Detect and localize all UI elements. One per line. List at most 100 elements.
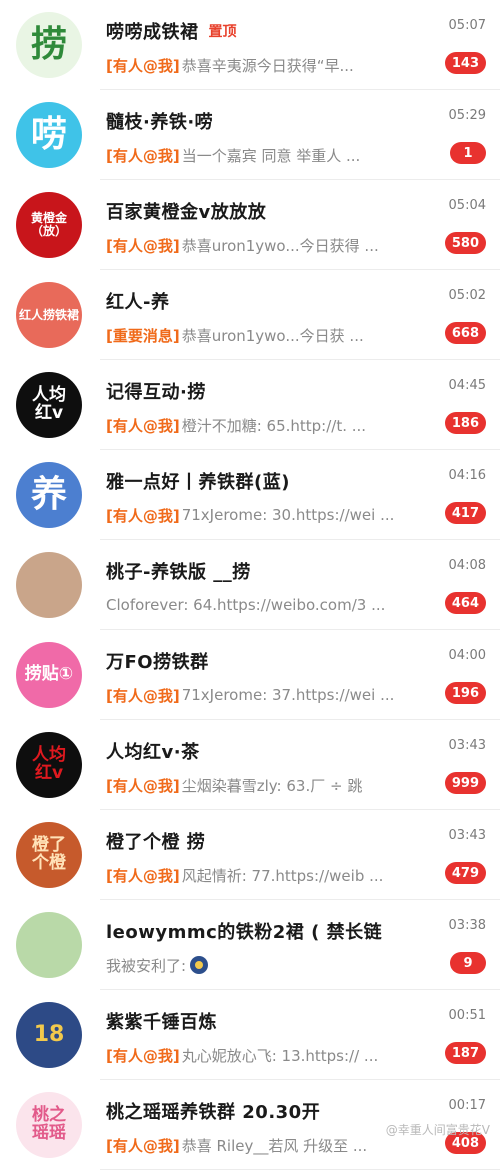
chat-title: leowymmc的铁粉2裙 ( 禁长链 ) (106, 922, 390, 943)
chat-title: 橙了个橙 捞 (106, 832, 206, 853)
chat-time: 04:16 (448, 468, 486, 483)
group-avatar[interactable]: 18 (16, 1002, 82, 1068)
group-avatar[interactable]: 捞 (16, 12, 82, 78)
chat-time: 04:45 (448, 378, 486, 393)
preview-line: [重要消息] 恭喜uron1ywo...今日获 ... (106, 322, 436, 348)
message-preview: 尘烟染暮雪zly: 63.厂 ÷ 跳 (181, 776, 363, 795)
mention-tag: [有人@我] (106, 416, 180, 435)
mention-tag: [有人@我] (106, 56, 180, 75)
mention-tag: [有人@我] (106, 776, 180, 795)
title-line: 唠唠成铁裙 置顶 (106, 16, 390, 46)
chat-time: 05:29 (448, 108, 486, 123)
chat-title: 人均红v·茶 (106, 742, 200, 763)
chat-row[interactable]: 18 紫紫千锤百炼 00:51 [有人@我] 丸心妮放心飞: 13.https:// .… (0, 990, 500, 1080)
chat-time: 05:07 (448, 18, 486, 33)
mention-tag: [有人@我] (106, 1136, 180, 1155)
unread-badge: 196 (444, 682, 486, 704)
chat-title: 唠唠成铁裙 (106, 22, 199, 43)
avatar-text: 橙了个橙 (32, 835, 66, 873)
chat-row[interactable]: 唠 髓枝·养铁·唠 05:29 [有人@我] 当一个嘉宾 同意 举重人 ... 1 (0, 90, 500, 180)
chat-row[interactable]: 红人捞铁裙 红人-养 05:02 [重要消息] 恭喜uron1ywo...今日获 ...… (0, 270, 500, 360)
mention-tag: [有人@我] (106, 506, 180, 525)
chat-title: 红人-养 (106, 292, 170, 313)
message-preview: 丸心妮放心飞: 13.https:// ... (181, 1046, 379, 1065)
title-line: 紫紫千锤百炼 (106, 1006, 390, 1036)
mention-tag: [有人@我] (106, 866, 180, 885)
title-line: 雅一点好丨养铁群(蓝) (106, 466, 390, 496)
chat-title: 百家黄橙金v放放放 (106, 202, 267, 223)
unread-badge: 668 (444, 322, 486, 344)
chat-row[interactable]: leowymmc的铁粉2裙 ( 禁长链 ) 03:38 我被安利了: 9 (0, 900, 500, 990)
mention-tag: [有人@我] (106, 236, 180, 255)
preview-line: [有人@我] 恭喜uron1ywo...今日获得 ... (106, 232, 436, 258)
chat-row[interactable]: 人均红v 人均红v·茶 03:43 [有人@我] 尘烟染暮雪zly: 63.厂 ÷ 跳 9… (0, 720, 500, 810)
title-line: leowymmc的铁粉2裙 ( 禁长链 ) (106, 916, 390, 946)
title-line: 桃子-养铁版 __捞 (106, 556, 390, 586)
title-line: 髓枝·养铁·唠 (106, 106, 390, 136)
mention-tag: [有人@我] (106, 1046, 180, 1065)
group-avatar[interactable]: 捞贴① (16, 642, 82, 708)
group-avatar[interactable]: 黄橙金（放） (16, 192, 82, 258)
chat-time: 03:43 (448, 738, 486, 753)
title-line: 桃之瑶瑶养铁群 20.30开 (106, 1096, 390, 1126)
title-line: 百家黄橙金v放放放 (106, 196, 390, 226)
chat-time: 04:08 (448, 558, 486, 573)
preview-line: [有人@我] 橙汁不加糖: 65.http://t. ... (106, 412, 436, 438)
chat-title: 万FO捞铁群 (106, 652, 209, 673)
group-avatar[interactable]: 唠 (16, 102, 82, 168)
message-preview: 71xJerome: 30.https://wei ... (181, 506, 395, 524)
title-line: 人均红v·茶 (106, 736, 390, 766)
chat-time: 00:51 (448, 1008, 486, 1023)
unread-badge: 464 (444, 592, 486, 614)
chat-row[interactable]: 人均红v 记得互动·捞 04:45 [有人@我] 橙汁不加糖: 65.http://t.… (0, 360, 500, 450)
unread-badge: 9 (450, 952, 486, 974)
preview-line: [有人@我] 71xJerome: 30.https://wei ... (106, 502, 436, 528)
title-line: 红人-养 (106, 286, 390, 316)
chat-row[interactable]: 桃子-养铁版 __捞 04:08 Cloforever: 64.https://we… (0, 540, 500, 630)
unread-badge: 417 (444, 502, 486, 524)
group-avatar[interactable]: 人均红v (16, 372, 82, 438)
group-avatar[interactable] (16, 552, 82, 618)
avatar-text: 人均红v (32, 745, 66, 783)
chat-row[interactable]: 黄橙金（放） 百家黄橙金v放放放 05:04 [有人@我] 恭喜uron1ywo...今… (0, 180, 500, 270)
group-avatar[interactable]: 橙了个橙 (16, 822, 82, 888)
group-avatar[interactable]: 养 (16, 462, 82, 528)
preview-line: [有人@我] 丸心妮放心飞: 13.https:// ... (106, 1042, 436, 1068)
group-avatar[interactable]: 桃之瑶瑶 (16, 1092, 82, 1158)
chat-row[interactable]: 养 雅一点好丨养铁群(蓝) 04:16 [有人@我] 71xJerome: 30.htt… (0, 450, 500, 540)
mention-tag: [有人@我] (106, 686, 180, 705)
preview-line: [有人@我] 当一个嘉宾 同意 举重人 ... (106, 142, 436, 168)
message-preview: 风起情祈: 77.https://weib ... (181, 866, 384, 885)
group-avatar[interactable]: 红人捞铁裙 (16, 282, 82, 348)
message-preview: 我被安利了: (106, 956, 187, 975)
chat-title: 雅一点好丨养铁群(蓝) (106, 472, 290, 493)
unread-badge: 1 (450, 142, 486, 164)
watermark: @幸重人间富贵花V (385, 1123, 490, 1137)
group-avatar[interactable] (16, 912, 82, 978)
chat-row[interactable]: 捞贴① 万FO捞铁群 04:00 [有人@我] 71xJerome: 37.https:… (0, 630, 500, 720)
chat-time: 03:38 (448, 918, 486, 933)
chat-row[interactable]: 橙了个橙 橙了个橙 捞 03:43 [有人@我] 风起情祈: 77.https://we… (0, 810, 500, 900)
preview-line: [有人@我] 风起情祈: 77.https://weib ... (106, 862, 436, 888)
unread-badge: 999 (444, 772, 486, 794)
group-avatar[interactable]: 人均红v (16, 732, 82, 798)
avatar-text: 养 (30, 474, 67, 516)
title-line: 记得互动·捞 (106, 376, 390, 406)
chat-title: 记得互动·捞 (106, 382, 206, 403)
chat-time: 05:04 (448, 198, 486, 213)
unread-badge: 479 (444, 862, 486, 884)
chat-time: 03:43 (448, 828, 486, 843)
unread-badge: 187 (444, 1042, 486, 1064)
preview-line: 我被安利了: (106, 952, 436, 978)
chat-title: 紫紫千锤百炼 (106, 1012, 217, 1033)
unread-badge: 143 (444, 52, 486, 74)
mention-tag: [重要消息] (106, 326, 180, 345)
message-preview: 当一个嘉宾 同意 举重人 ... (181, 146, 361, 165)
chat-row[interactable]: 捞 唠唠成铁裙 置顶 05:07 [有人@我] 恭喜辛夷源今日获得“早... 143 (0, 0, 500, 90)
preview-line: Cloforever: 64.https://weibo.com/3 ... (106, 592, 436, 618)
chat-title: 桃之瑶瑶养铁群 20.30开 (106, 1102, 321, 1123)
chat-time: 05:02 (448, 288, 486, 303)
unread-badge: 186 (444, 412, 486, 434)
preview-line: [有人@我] 尘烟染暮雪zly: 63.厂 ÷ 跳 (106, 772, 436, 798)
avatar-text: 红人捞铁裙 (18, 307, 79, 322)
